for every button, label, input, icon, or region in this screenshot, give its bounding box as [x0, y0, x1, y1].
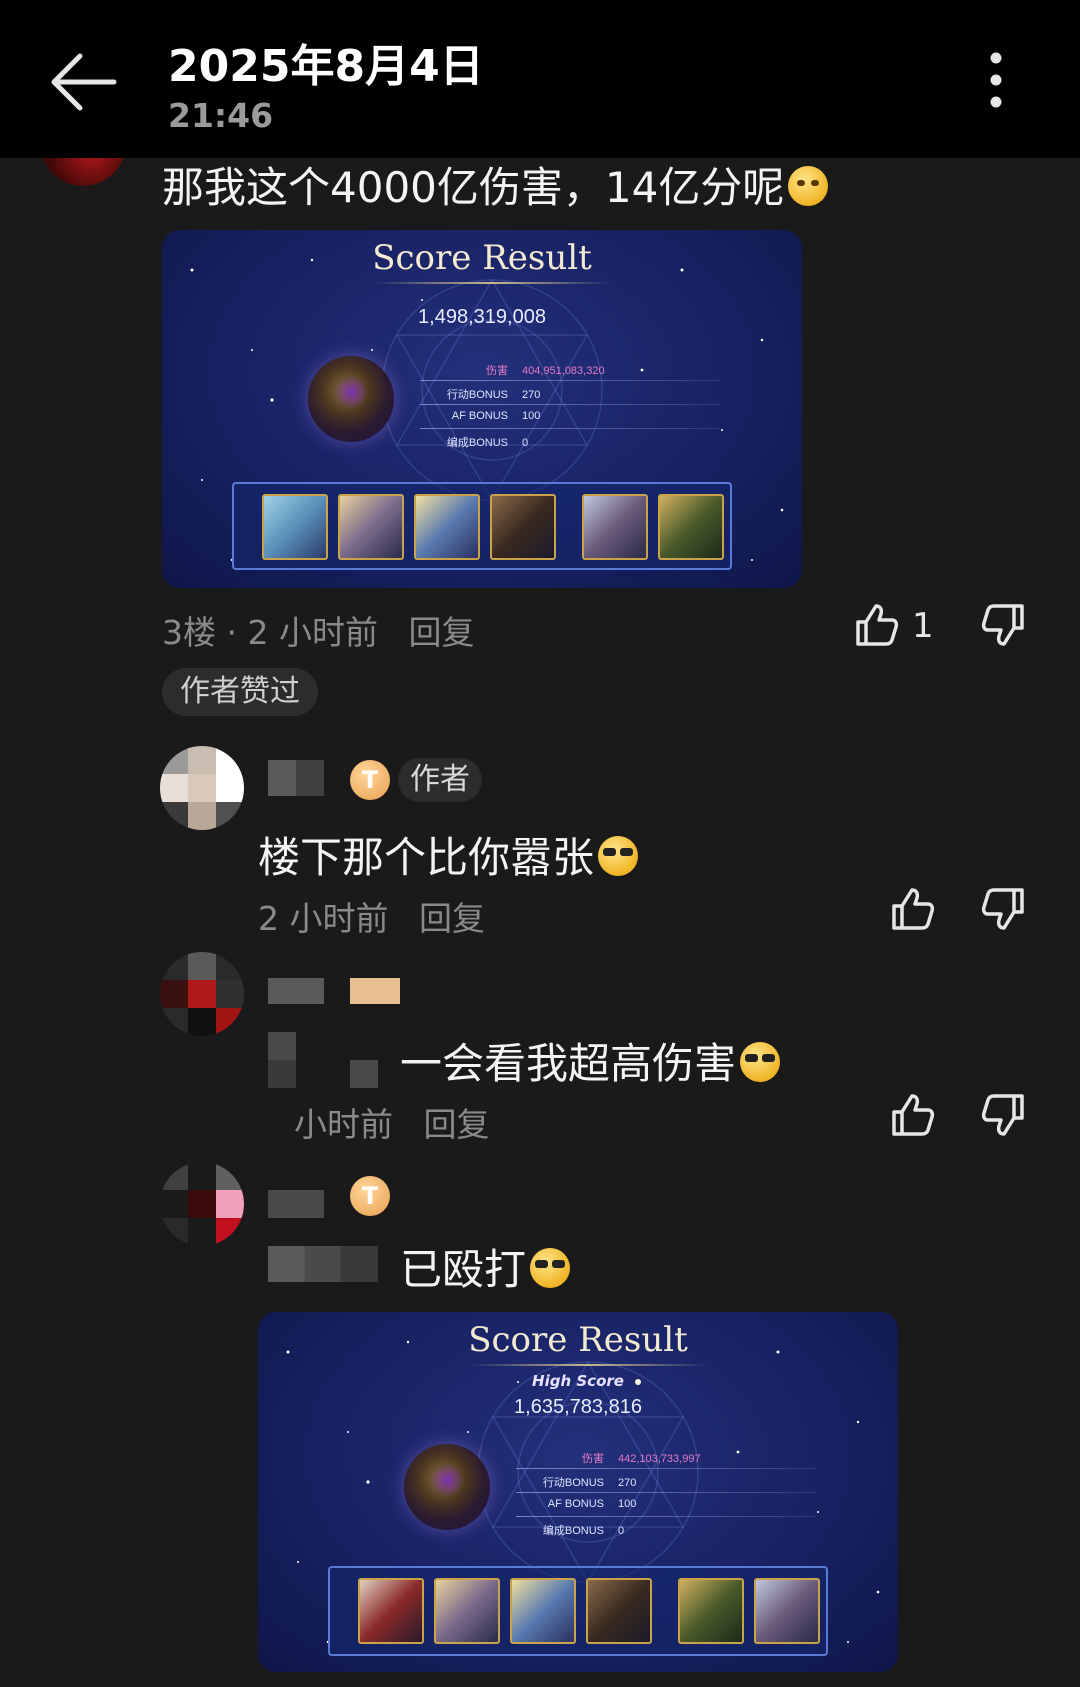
dislike-icon[interactable] [980, 886, 1026, 932]
floor-number: 3楼 [162, 613, 216, 652]
party-member-portrait [586, 1578, 652, 1644]
comment-text: 楼下那个比你嚣张 [258, 824, 639, 885]
comment-time: 小时前 [294, 1105, 393, 1144]
party-member-portrait [358, 1578, 424, 1644]
level-badge: T [350, 760, 390, 800]
reply-button[interactable]: 回复 [419, 899, 485, 938]
party-member-portrait [510, 1578, 576, 1644]
smug-emoji-icon [598, 836, 639, 876]
party-member-portrait [490, 494, 556, 560]
party-frame [328, 1566, 828, 1656]
comment-text: 那我这个4000亿伤害，14亿分呢 [162, 154, 829, 215]
username-redacted [268, 1246, 378, 1282]
row-divider [516, 1468, 816, 1469]
like-icon[interactable] [890, 1092, 936, 1138]
comment-time: 2 小时前 [258, 899, 389, 938]
smile-emoji-icon [788, 166, 829, 206]
score-title: Score Result [468, 1320, 688, 1360]
comment-meta: 小时前 回复 [294, 1098, 490, 1146]
more-vertical-icon[interactable] [976, 48, 1016, 112]
like-icon[interactable] [854, 602, 900, 648]
username-redacted [268, 1190, 324, 1218]
comment-meta: 3楼 · 2 小时前 回复 [162, 613, 475, 652]
like-icon[interactable] [890, 886, 936, 932]
title-divider [468, 1364, 708, 1366]
title-divider [372, 282, 612, 284]
username-redacted [268, 760, 324, 796]
damage-row: 伤害 404,951,083,320 [486, 365, 605, 377]
author-tag: 作者 [398, 758, 482, 802]
dislike-icon[interactable] [980, 1092, 1026, 1138]
action-bonus-row: 行动BONUS 270 [542, 1477, 637, 1489]
author-liked-tag: 作者赞过 [162, 668, 318, 716]
badge-redacted [350, 978, 400, 1004]
party-member-portrait [658, 494, 724, 560]
score-result-image[interactable]: Score Result 1,498,319,008 伤害 404,951,083… [162, 230, 802, 588]
row-divider [420, 404, 720, 405]
formation-bonus-row: 编成BONUS 0 [446, 437, 529, 449]
comment-text: 一会看我超高伤害 [400, 1030, 781, 1091]
total-score: 1,635,783,816 [514, 1396, 642, 1418]
comment-time: 2 小时前 [247, 613, 378, 652]
score-result-image[interactable]: Score Result High Score 1,635,783,816 伤害… [258, 1312, 898, 1672]
action-bonus-row: 行动BONUS 270 [446, 389, 541, 401]
high-score-label: High Score [532, 1372, 624, 1390]
total-score: 1,498,319,008 [418, 306, 546, 328]
party-member-portrait [754, 1578, 820, 1644]
row-divider [516, 1492, 816, 1493]
page-title-date: 2025年8月4日 [168, 41, 484, 92]
username-redacted [268, 1032, 296, 1088]
formation-bonus-row: 编成BONUS 0 [542, 1525, 625, 1537]
party-member-portrait [414, 494, 480, 560]
party-member-portrait [262, 494, 328, 560]
boss-portrait [404, 1444, 490, 1530]
level-badge: T [350, 1176, 390, 1216]
avatar[interactable] [160, 746, 244, 830]
row-divider [420, 380, 720, 381]
avatar[interactable] [160, 952, 244, 1036]
like-count: 1 [912, 606, 934, 646]
boss-portrait [308, 356, 394, 442]
party-member-portrait [338, 494, 404, 560]
back-arrow-icon[interactable] [48, 50, 120, 114]
party-member-portrait [434, 1578, 500, 1644]
score-title: Score Result [372, 238, 592, 278]
comment-text: 已殴打 [400, 1236, 571, 1297]
reply-button[interactable]: 回复 [408, 613, 474, 652]
username-redacted [350, 1060, 378, 1088]
damage-row: 伤害 442,103,733,997 [582, 1453, 701, 1465]
af-bonus-row: AF BONUS 100 [451, 410, 541, 422]
party-member-portrait [678, 1578, 744, 1644]
row-divider [420, 428, 720, 429]
af-bonus-row: AF BONUS 100 [547, 1498, 637, 1510]
reply-button[interactable]: 回复 [424, 1105, 490, 1144]
sunglasses-emoji-icon [740, 1042, 781, 1082]
username-redacted [268, 978, 324, 1004]
sunglasses-emoji-icon [530, 1248, 571, 1288]
top-bar: 2025年8月4日 21:46 [0, 0, 1080, 158]
party-member-portrait [582, 494, 648, 560]
party-frame [232, 482, 732, 570]
page-subtitle-time: 21:46 [168, 96, 274, 135]
dislike-icon[interactable] [980, 602, 1026, 648]
row-divider [516, 1516, 816, 1517]
comment-meta: 2 小时前 回复 [258, 892, 485, 940]
avatar[interactable] [160, 1162, 244, 1246]
